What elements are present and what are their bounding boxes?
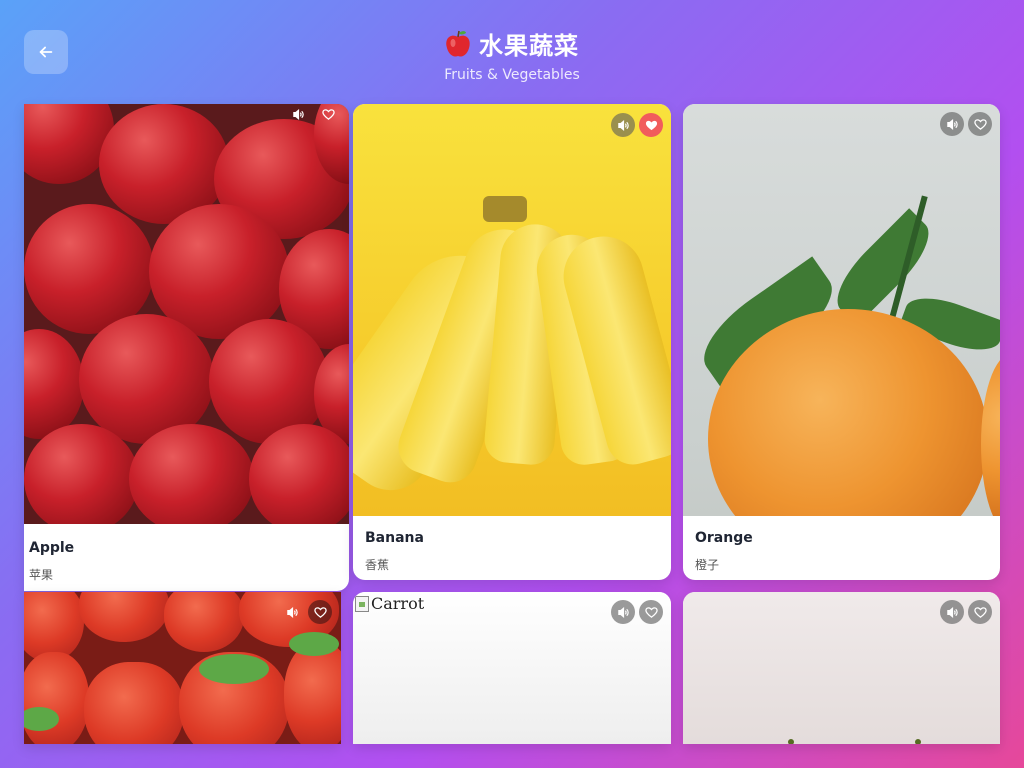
favorite-button[interactable] [639,600,663,624]
card-name-zh: 苹果 [29,568,54,582]
page-header: 水果蔬菜 Fruits & Vegetables [0,26,1024,83]
heart-icon [973,606,987,618]
heart-filled-icon [645,120,657,130]
broken-image: Carrot [355,594,424,613]
sound-button[interactable] [280,600,304,624]
image-alt-text: Carrot [371,594,425,613]
heart-icon [644,606,658,618]
broken-image-icon [355,595,369,612]
speaker-icon [292,108,304,120]
sound-button[interactable] [611,113,635,137]
sound-button[interactable] [611,600,635,624]
card-apple[interactable]: Apple 苹果 [24,104,349,591]
card-name: Banana [365,530,424,546]
favorite-button[interactable] [639,113,663,137]
sound-button[interactable] [940,600,964,624]
speaker-icon [617,606,629,618]
card-item-6[interactable] [683,592,1000,744]
sound-button[interactable] [940,112,964,136]
card-name: Orange [695,530,753,546]
apple-photo [24,104,349,524]
speaker-icon [286,606,298,618]
card-name: Apple [29,540,75,556]
page-title: 水果蔬菜 [479,32,579,60]
speaker-icon [617,119,629,131]
favorite-button[interactable] [308,600,332,624]
orange-photo [683,104,1000,516]
favorite-button[interactable] [316,104,340,124]
page-subtitle: Fruits & Vegetables [444,67,580,83]
card-strawberry[interactable] [24,592,341,744]
banana-photo [353,104,671,516]
sound-button[interactable] [286,104,310,124]
card-banana[interactable]: Banana 香蕉 [353,104,671,580]
favorite-button[interactable] [968,600,992,624]
heart-icon [321,108,335,120]
card-name-zh: 香蕉 [365,558,390,572]
speaker-icon [946,606,958,618]
apple-emoji-icon [445,30,471,58]
favorite-button[interactable] [968,112,992,136]
card-name-zh: 橙子 [695,558,720,572]
heart-icon [313,606,327,618]
card-orange[interactable]: Orange 橙子 [683,104,1000,580]
card-carrot[interactable]: Carrot [353,592,671,744]
speaker-icon [946,118,958,130]
heart-icon [973,118,987,130]
